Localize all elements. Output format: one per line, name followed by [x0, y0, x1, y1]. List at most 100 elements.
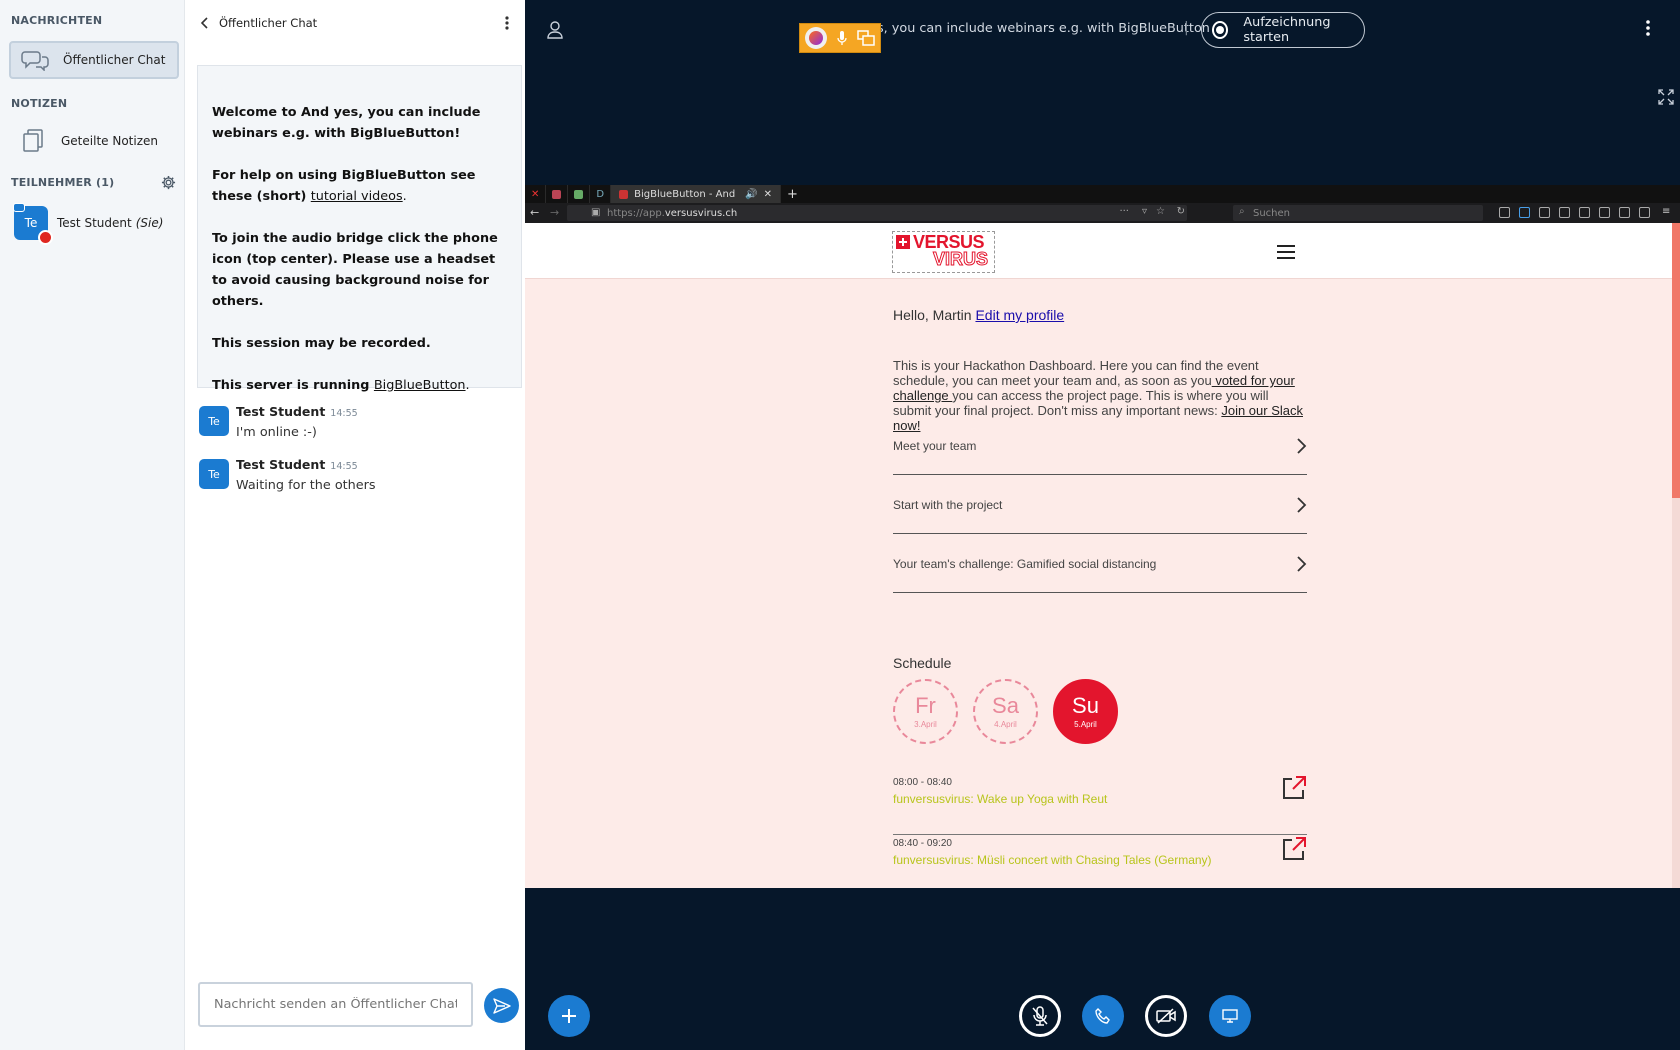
user-list-panel: NACHRICHTEN Öffentlicher Chat NOTIZEN Ge… [0, 0, 185, 1050]
notes-icon [17, 129, 49, 153]
browser-url-bar: ← → ▣ https://app. versusvirus.ch ··· ▿ ☆… [525, 203, 1680, 223]
browser-tab-bbb[interactable]: BigBlueButton - And 🔊 ✕ [611, 185, 782, 203]
record-label: Aufzeichnung starten [1243, 15, 1331, 45]
accordion-meet-team[interactable]: Meet your team [893, 417, 1307, 475]
message-text: I'm online :-) [236, 425, 317, 440]
plus-icon [562, 1009, 576, 1023]
actions-plus-button[interactable] [548, 995, 590, 1037]
extension-icon[interactable] [1559, 207, 1570, 218]
page-actions-icon[interactable]: ··· [1119, 206, 1129, 217]
back-arrow-icon[interactable]: ← [530, 206, 539, 219]
reload-icon[interactable]: ↻ [1177, 206, 1185, 217]
library-icon[interactable] [1539, 207, 1550, 218]
messages-section-title: NACHRICHTEN [11, 14, 103, 27]
tutorial-videos-link[interactable]: tutorial videos [311, 189, 403, 204]
phone-icon [1095, 1008, 1110, 1024]
message-sender: Test Student [236, 404, 326, 419]
send-message-button[interactable] [484, 988, 519, 1023]
schedule-day-sa[interactable]: Sa 4.April [973, 679, 1038, 744]
accordion-team-challenge[interactable]: Your team's challenge: Gamified social d… [893, 535, 1307, 593]
start-recording-button[interactable]: Aufzeichnung starten [1201, 12, 1365, 48]
profile-icon[interactable] [1639, 207, 1650, 218]
public-chat-item[interactable]: Öffentlicher Chat [9, 41, 179, 79]
search-icon: ⌕ [1239, 206, 1245, 217]
message-avatar: Te [199, 406, 229, 436]
browser-tab-icon[interactable] [568, 185, 591, 203]
fullscreen-icon[interactable] [1658, 89, 1674, 105]
bookmark-star-icon[interactable]: ☆ [1156, 206, 1165, 217]
shared-notes-item[interactable]: Geteilte Notizen [9, 122, 179, 160]
participant-row[interactable]: Te Test Student (Sie) [13, 203, 164, 245]
public-chat-label: Öffentlicher Chat [63, 53, 166, 67]
message-sender: Test Student [236, 457, 326, 472]
event-name: funversusvirus: Müsli concert with Chasi… [893, 853, 1212, 867]
schedule-event[interactable]: 08:40 - 09:20 funversusvirus: Müsli conc… [893, 836, 1307, 888]
sidebar-icon[interactable] [1579, 207, 1590, 218]
tab-audio-icon: 🔊 [745, 188, 758, 200]
bigbluebutton-link[interactable]: BigBlueButton [374, 378, 466, 393]
browser-tab-icon[interactable] [546, 185, 569, 203]
browser-search-input[interactable]: ⌕ Suchen [1233, 205, 1483, 221]
chevron-left-icon[interactable] [201, 17, 209, 29]
chat-title: Öffentlicher Chat [219, 16, 318, 30]
versusvirus-logo[interactable]: VERSUS VIRUS [892, 231, 995, 273]
chat-icon [19, 49, 51, 71]
address-input[interactable]: ▣ https://app. versusvirus.ch ··· ▿ ☆ ↻ [567, 205, 1187, 221]
browser-tab-d[interactable]: D [590, 185, 612, 203]
message-avatar: Te [199, 459, 229, 489]
forward-arrow-icon[interactable]: → [550, 206, 559, 219]
share-webcam-button[interactable] [1145, 995, 1187, 1037]
event-time: 08:40 - 09:20 [893, 838, 952, 849]
screen-share-button[interactable] [1209, 995, 1251, 1037]
swiss-cross-icon [896, 235, 910, 249]
event-time: 08:00 - 08:40 [893, 777, 952, 788]
leave-audio-button[interactable] [1082, 995, 1124, 1037]
desktop-icon [1222, 1009, 1238, 1023]
firefox-sharing-indicator[interactable] [799, 23, 881, 53]
browser-menu-icon[interactable]: ≡ [1662, 206, 1670, 217]
screen-share-icon [857, 30, 875, 46]
scrollbar-thumb[interactable] [1672, 223, 1680, 498]
firefox-icon [805, 27, 827, 49]
shared-screen: ✕ D BigBlueButton - And 🔊 ✕ + ← → ▣ http… [525, 185, 1680, 888]
chat-message-input[interactable] [198, 982, 473, 1027]
home-icon[interactable] [1499, 207, 1510, 218]
chat-header: Öffentlicher Chat [201, 13, 509, 33]
notes-section-title: NOTIZEN [11, 97, 68, 110]
message-text: Waiting for the others [236, 478, 376, 493]
participant-name: Test Student [57, 216, 132, 230]
tools-icon[interactable] [1599, 207, 1610, 218]
browser-tab-bar: ✕ D BigBlueButton - And 🔊 ✕ + [525, 185, 1680, 203]
record-icon [1212, 21, 1229, 39]
user-toggle-icon[interactable] [547, 21, 563, 39]
browser-tab-icon[interactable]: ✕ [525, 185, 547, 203]
meeting-title: s, you can include webinars e.g. with Bi… [877, 21, 1210, 36]
external-link-icon[interactable] [1281, 775, 1307, 801]
download-icon[interactable] [1519, 207, 1530, 218]
edit-profile-link[interactable]: Edit my profile [975, 307, 1064, 323]
muted-microphone-icon [1032, 1006, 1048, 1026]
tab-close-icon[interactable]: ✕ [764, 189, 772, 200]
accordion-start-project[interactable]: Start with the project [893, 476, 1307, 534]
settings-gear-icon[interactable] [161, 175, 176, 190]
schedule-day-su[interactable]: Su 5.April [1053, 679, 1118, 744]
welcome-message: Welcome to And yes, you can include webi… [197, 65, 522, 393]
site-header [525, 223, 1680, 279]
shared-notes-label: Geteilte Notizen [61, 134, 158, 148]
chat-options-kebab-icon[interactable] [505, 16, 509, 30]
options-kebab-icon[interactable] [1646, 20, 1650, 36]
participants-section-title: TEILNEHMER (1) [11, 176, 115, 189]
schedule-heading: Schedule [893, 655, 952, 671]
participant-you-tag: (Sie) [135, 216, 164, 230]
pocket-icon[interactable]: ▿ [1142, 206, 1147, 217]
schedule-day-fr[interactable]: Fr 3.April [893, 679, 958, 744]
new-tab-plus-icon[interactable]: + [781, 185, 804, 203]
settings-gear-icon[interactable] [1619, 207, 1630, 218]
hamburger-menu-icon[interactable] [1277, 245, 1295, 263]
external-link-icon[interactable] [1281, 836, 1307, 862]
event-name: funversusvirus: Wake up Yoga with Reut [893, 792, 1108, 806]
schedule-event[interactable]: 08:00 - 08:40 funversusvirus: Wake up Yo… [893, 775, 1307, 835]
greeting: Hello, Martin Edit my profile [893, 307, 1065, 323]
unmute-microphone-button[interactable] [1019, 995, 1061, 1037]
message-time: 14:55 [330, 461, 358, 472]
